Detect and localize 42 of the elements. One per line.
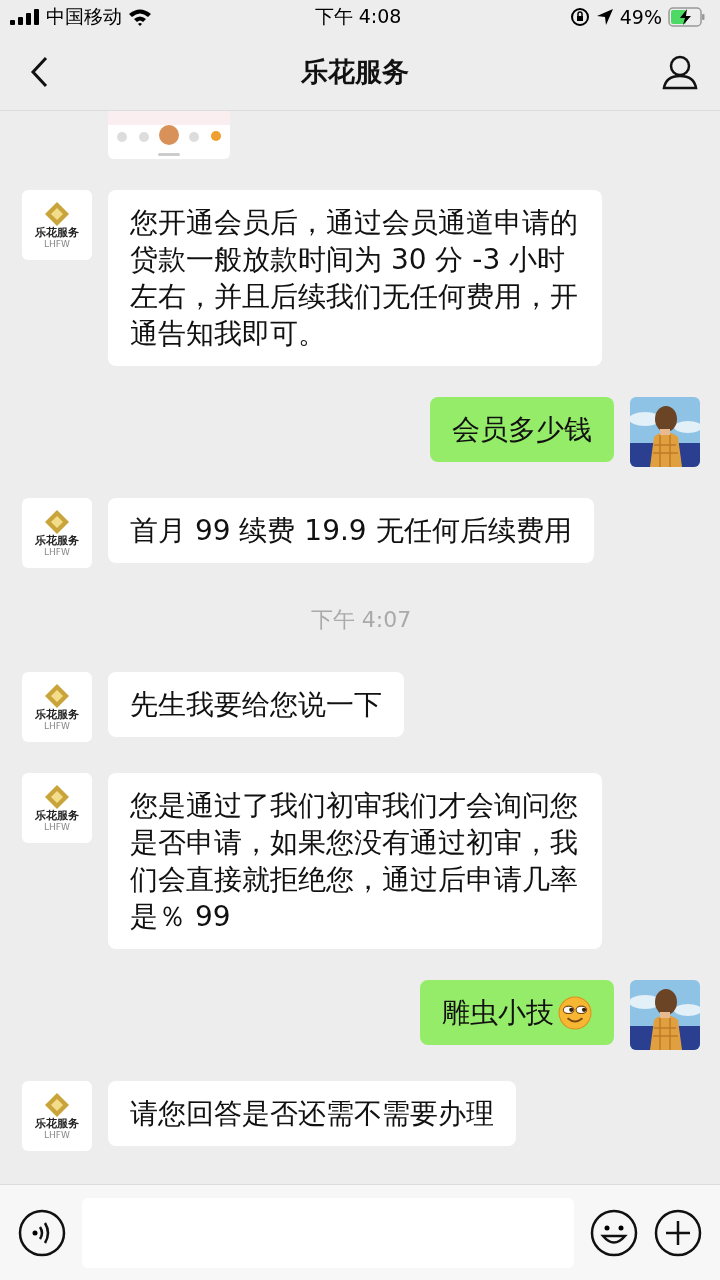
message-bubble[interactable]: 先生我要给您说一下 xyxy=(108,672,404,737)
back-icon[interactable] xyxy=(30,56,48,88)
logo-subtitle: LHFW xyxy=(44,239,70,249)
clock-time: 下午 4:08 xyxy=(313,4,403,29)
avatar[interactable]: 乐花服务 LHFW xyxy=(22,672,92,742)
chat-title: 乐花服务 xyxy=(301,55,409,89)
logo-subtitle: LHFW xyxy=(44,1130,70,1140)
timestamp: 下午 4:07 xyxy=(309,606,413,634)
logo-subtitle: LHFW xyxy=(44,547,70,557)
logo-name: 乐花服务 xyxy=(35,227,79,240)
logo-subtitle: LHFW xyxy=(44,721,70,731)
logo-name: 乐花服务 xyxy=(35,535,79,548)
diamond-logo-icon xyxy=(44,683,70,710)
message-bubble[interactable]: 您是通过了我们初审我们才会询问您是否申请，如果您没有通过初审，我们会直接就拒绝您，通过后申请几率是％ 99 xyxy=(108,773,602,949)
avatar[interactable]: 乐花服务 LHFW xyxy=(22,1081,92,1151)
logo-name: 乐花服务 xyxy=(35,810,79,823)
message-bubble[interactable]: 您开通会员后，通过会员通道申请的贷款一般放款时间为 30 分 -3 小时左右，并且后续我们无任何费用，开通告知我即可。 xyxy=(108,190,602,366)
carrier-name: 中国移动 xyxy=(46,4,122,29)
signal-icon xyxy=(10,9,40,25)
rotation-lock-icon xyxy=(569,7,590,27)
wifi-icon xyxy=(128,8,152,26)
logo-subtitle: LHFW xyxy=(44,822,70,832)
avatar[interactable]: 乐花服务 LHFW xyxy=(22,190,92,260)
diamond-logo-icon xyxy=(44,509,70,536)
avatar[interactable]: 乐花服务 LHFW xyxy=(22,498,92,568)
diamond-logo-icon xyxy=(44,784,70,811)
avatar[interactable]: 乐花服务 LHFW xyxy=(22,773,92,843)
battery-icon xyxy=(668,7,706,27)
person-icon[interactable] xyxy=(662,54,698,90)
plus-icon[interactable] xyxy=(654,1208,702,1257)
logo-name: 乐花服务 xyxy=(35,709,79,722)
emoji-icon[interactable] xyxy=(590,1208,638,1257)
diamond-logo-icon xyxy=(44,1092,70,1119)
message-bubble[interactable]: 首月 99 续费 19.9 无任何后续费用 xyxy=(108,498,594,563)
message-bubble[interactable]: 会员多少钱 xyxy=(430,397,614,462)
diamond-logo-icon xyxy=(44,201,70,228)
battery-percent: 49% xyxy=(619,6,662,28)
location-arrow-icon xyxy=(595,8,614,26)
logo-name: 乐花服务 xyxy=(35,1118,79,1131)
voice-icon[interactable] xyxy=(18,1208,66,1257)
message-bubble[interactable]: 雕虫小技 xyxy=(420,980,614,1045)
message-bubble[interactable]: 请您回答是否还需不需要办理 xyxy=(108,1081,516,1146)
